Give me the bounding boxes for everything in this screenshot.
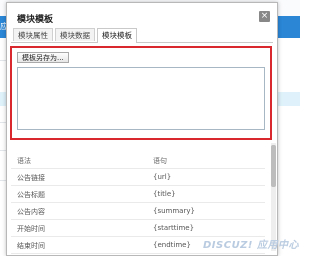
syntax-code: {url} [153,173,172,181]
syntax-name: 公告标题 [17,191,45,199]
watermark-logo: DISCUZ! 应用中心 [203,240,299,251]
tab-module-data[interactable]: 模块数据 [55,28,95,41]
table-row: 公告链接 {url} [11,168,265,186]
tab-module-template[interactable]: 模块模板 [97,28,137,43]
tab-bar: 模块属性 模块数据 模块模板 [11,28,273,43]
save-template-as-button[interactable]: 模板另存为... [17,52,69,63]
syntax-code: {summary} [153,207,195,215]
scrollbar-thumb[interactable] [271,145,276,187]
table-header-row: 语法 语句 [11,151,265,169]
background-nav-strip-right [276,16,300,38]
syntax-name: 公告链接 [17,174,45,182]
dialog-scrollbar[interactable] [271,143,276,251]
column-header-syntax: 语法 [17,157,31,165]
background-highlight-row-right [276,92,300,106]
syntax-name: 开始时间 [17,225,45,233]
dialog-title: 模块模板 [17,15,54,25]
template-code-editor[interactable] [17,67,265,130]
syntax-name: 公告内容 [17,208,45,216]
template-editor-panel: 模板另存为... [10,46,272,140]
table-row: 公告内容 {summary} [11,202,265,220]
template-dialog: 模块模板 × 模块属性 模块数据 模块模板 模板另存为... 语法 语句 公告链… [6,2,278,256]
syntax-code: {endtime} [153,241,191,249]
syntax-code: {starttime} [153,224,195,232]
syntax-code: {title} [153,190,176,198]
table-row: 公告标题 {title} [11,185,265,203]
column-header-statement: 语句 [153,157,167,165]
tab-module-properties[interactable]: 模块属性 [13,28,53,41]
close-icon[interactable]: × [259,11,270,22]
table-row: 开始时间 {starttime} [11,219,265,237]
